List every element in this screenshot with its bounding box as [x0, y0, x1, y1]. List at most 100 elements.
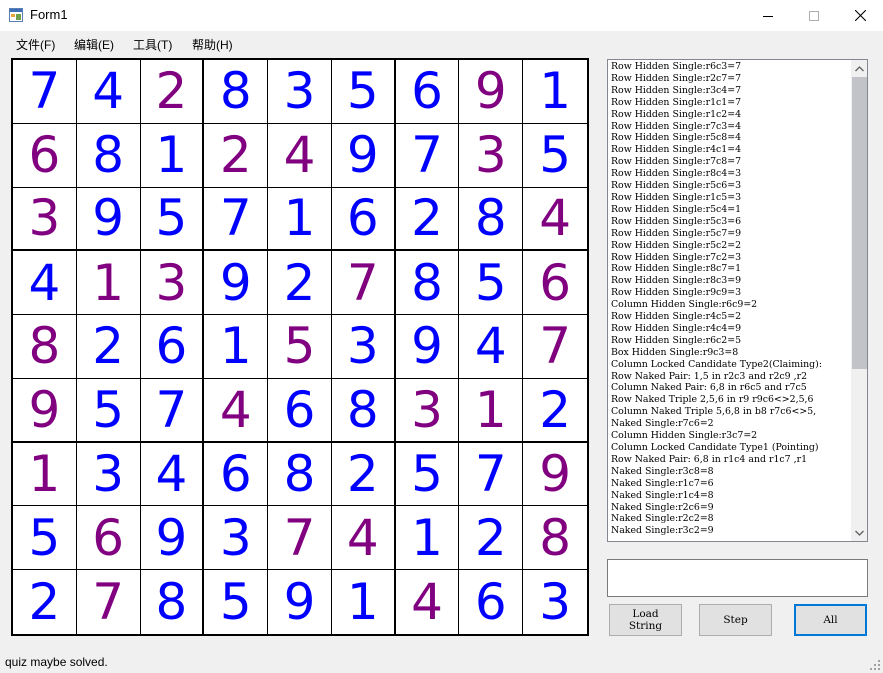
sudoku-cell-r4c9[interactable]: 6	[523, 251, 587, 316]
sudoku-cell-r3c8[interactable]: 8	[459, 187, 524, 252]
log-entry[interactable]: Column Hidden Single:r6c9=2	[611, 299, 849, 311]
sudoku-cell-r5c7[interactable]: 9	[395, 315, 460, 379]
log-entry[interactable]: Naked Single:r1c7=6	[611, 478, 849, 490]
sudoku-cell-r2c5[interactable]: 4	[268, 123, 332, 188]
log-entry[interactable]: Row Hidden Single:r5c4=1	[611, 204, 849, 216]
sudoku-cell-r4c6[interactable]: 7	[331, 251, 396, 316]
sudoku-cell-r6c6[interactable]: 8	[331, 378, 396, 443]
menu-file[interactable]: 文件(F)	[16, 36, 55, 53]
sudoku-cell-r8c1[interactable]: 5	[13, 506, 77, 571]
menu-edit[interactable]: 编辑(E)	[74, 36, 114, 53]
log-entry[interactable]: Row Hidden Single:r1c5=3	[611, 192, 849, 204]
sudoku-cell-r9c1[interactable]: 2	[13, 570, 77, 634]
sudoku-cell-r2c7[interactable]: 7	[395, 123, 460, 188]
sudoku-cell-r7c5[interactable]: 8	[268, 442, 332, 507]
sudoku-cell-r5c9[interactable]: 7	[523, 315, 587, 379]
log-entry[interactable]: Row Hidden Single:r3c4=7	[611, 85, 849, 97]
sudoku-cell-r4c7[interactable]: 8	[395, 251, 460, 316]
sudoku-cell-r7c4[interactable]: 6	[204, 442, 269, 507]
log-entry[interactable]: Row Naked Pair: 6,8 in r1c4 and r1c7 ,r1	[611, 454, 849, 466]
log-entry[interactable]: Row Hidden Single:r5c2=2	[611, 240, 849, 252]
all-button[interactable]: All	[794, 604, 867, 636]
sudoku-cell-r2c1[interactable]: 6	[13, 123, 77, 188]
sudoku-cell-r1c2[interactable]: 4	[76, 60, 141, 124]
sudoku-cell-r5c1[interactable]: 8	[13, 315, 77, 379]
sudoku-cell-r5c2[interactable]: 2	[76, 315, 141, 379]
solve-log-list[interactable]: Row Hidden Single:r6c3=7 Row Hidden Singl…	[607, 59, 868, 542]
log-entry[interactable]: Row Hidden Single:r9c9=3	[611, 287, 849, 299]
sudoku-cell-r8c4[interactable]: 3	[204, 506, 269, 571]
scroll-down-button[interactable]	[851, 524, 867, 541]
sudoku-cell-r4c5[interactable]: 2	[268, 251, 332, 316]
maximize-button[interactable]	[791, 0, 837, 31]
log-scrollbar[interactable]	[851, 60, 867, 541]
sudoku-cell-r9c5[interactable]: 9	[268, 570, 332, 634]
sudoku-cell-r2c4[interactable]: 2	[204, 123, 269, 188]
sudoku-cell-r9c3[interactable]: 8	[141, 570, 205, 634]
sudoku-cell-r6c2[interactable]: 5	[76, 378, 141, 443]
step-button[interactable]: Step	[699, 604, 772, 636]
sudoku-cell-r3c3[interactable]: 5	[140, 187, 205, 252]
sudoku-cell-r7c8[interactable]: 7	[459, 442, 524, 507]
log-entry[interactable]: Row Hidden Single:r8c3=9	[611, 275, 849, 287]
log-entry[interactable]: Row Hidden Single:r5c3=6	[611, 216, 849, 228]
log-entry[interactable]: Row Hidden Single:r6c2=5	[611, 335, 849, 347]
log-entry[interactable]: Row Hidden Single:r4c5=2	[611, 311, 849, 323]
log-entry[interactable]: Naked Single:r7c6=2	[611, 418, 849, 430]
sudoku-cell-r4c4[interactable]: 9	[204, 251, 269, 316]
sudoku-cell-r1c3[interactable]: 2	[140, 60, 205, 124]
sudoku-cell-r3c7[interactable]: 2	[395, 187, 460, 252]
log-entry[interactable]: Row Naked Pair: 1,5 in r2c3 and r2c9 ,r2	[611, 371, 849, 383]
menu-tools[interactable]: 工具(T)	[133, 36, 172, 53]
sudoku-cell-r2c3[interactable]: 1	[140, 123, 205, 188]
log-entry[interactable]: Row Hidden Single:r8c4=3	[611, 168, 849, 180]
sudoku-cell-r8c6[interactable]: 4	[331, 506, 396, 571]
sudoku-cell-r8c3[interactable]: 9	[140, 506, 205, 571]
log-entry[interactable]: Row Hidden Single:r2c7=7	[611, 73, 849, 85]
log-entry[interactable]: Row Hidden Single:r1c1=7	[611, 97, 849, 109]
sudoku-cell-r3c4[interactable]: 7	[204, 187, 269, 252]
sudoku-cell-r7c6[interactable]: 2	[331, 442, 396, 507]
sudoku-cell-r6c4[interactable]: 4	[204, 378, 269, 443]
sudoku-cell-r9c8[interactable]: 6	[459, 570, 524, 634]
log-entry[interactable]: Column Locked Candidate Type1 (Pointing)	[611, 442, 849, 454]
sudoku-cell-r5c6[interactable]: 3	[331, 315, 396, 379]
sudoku-cell-r9c6[interactable]: 1	[332, 570, 396, 634]
log-entry[interactable]: Row Hidden Single:r5c8=4	[611, 132, 849, 144]
sudoku-cell-r4c3[interactable]: 3	[140, 251, 205, 316]
scroll-thumb[interactable]	[852, 77, 867, 369]
sudoku-cell-r7c2[interactable]: 3	[76, 442, 141, 507]
log-entry[interactable]: Column Naked Triple 5,6,8 in b8 r7c6<>5,	[611, 406, 849, 418]
minimize-button[interactable]	[745, 0, 791, 31]
sudoku-cell-r3c9[interactable]: 4	[523, 188, 587, 252]
log-entry[interactable]: Row Hidden Single:r7c2=3	[611, 252, 849, 264]
log-entry[interactable]: Naked Single:r3c8=8	[611, 466, 849, 478]
sudoku-cell-r2c8[interactable]: 3	[459, 123, 524, 188]
log-entry[interactable]: Naked Single:r3c2=9	[611, 525, 849, 537]
resize-grip-icon[interactable]	[870, 660, 881, 671]
sudoku-cell-r2c9[interactable]: 5	[523, 124, 587, 188]
sudoku-cell-r6c8[interactable]: 1	[459, 378, 524, 443]
sudoku-cell-r1c7[interactable]: 6	[395, 60, 460, 124]
log-entry[interactable]: Row Hidden Single:r5c6=3	[611, 180, 849, 192]
sudoku-cell-r3c5[interactable]: 1	[268, 187, 332, 252]
log-entry[interactable]: Column Naked Pair: 6,8 in r6c5 and r7c5	[611, 382, 849, 394]
log-entry[interactable]: Row Hidden Single:r7c3=4	[611, 121, 849, 133]
sudoku-cell-r6c1[interactable]: 9	[13, 378, 77, 443]
sudoku-cell-r4c1[interactable]: 4	[13, 251, 77, 316]
sudoku-cell-r1c4[interactable]: 8	[204, 60, 269, 124]
log-entry[interactable]: Row Hidden Single:r4c1=4	[611, 144, 849, 156]
sudoku-cell-r1c9[interactable]: 1	[523, 60, 587, 124]
sudoku-cell-r4c8[interactable]: 5	[459, 251, 524, 316]
log-entry[interactable]: Row Hidden Single:r7c8=7	[611, 156, 849, 168]
sudoku-cell-r1c1[interactable]: 7	[13, 60, 77, 124]
sudoku-cell-r1c5[interactable]: 3	[268, 60, 332, 124]
puzzle-string-input[interactable]	[607, 559, 868, 597]
log-entry[interactable]: Naked Single:r1c4=8	[611, 490, 849, 502]
sudoku-cell-r5c8[interactable]: 4	[459, 315, 524, 379]
sudoku-cell-r8c8[interactable]: 2	[459, 506, 524, 571]
sudoku-cell-r3c1[interactable]: 3	[13, 187, 77, 252]
sudoku-cell-r6c5[interactable]: 6	[268, 378, 332, 443]
sudoku-cell-r5c4[interactable]: 1	[204, 315, 269, 379]
scroll-up-button[interactable]	[851, 60, 867, 77]
